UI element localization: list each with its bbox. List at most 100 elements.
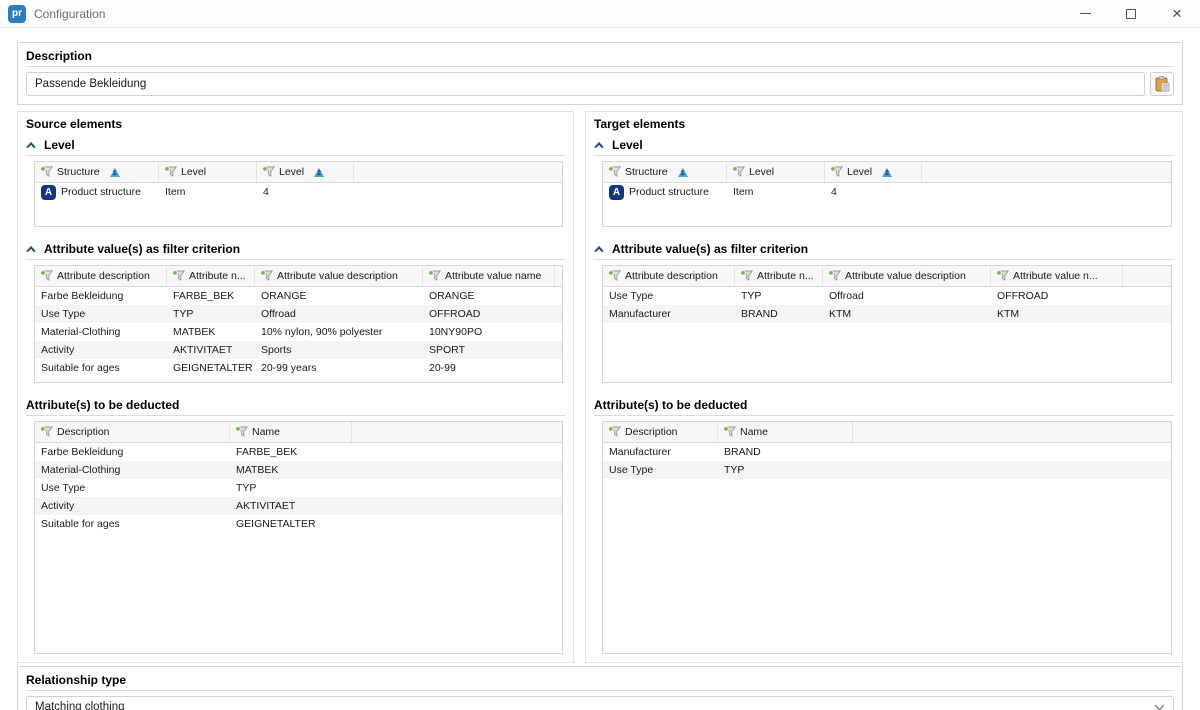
table-row[interactable]: ActivityAKTIVITAET xyxy=(35,497,562,515)
table-cell-empty xyxy=(1123,287,1171,305)
table-header-row: DescriptionName xyxy=(35,422,562,443)
table-cell: TYP xyxy=(735,287,823,305)
divider xyxy=(26,259,565,260)
letter-A-badge-icon: A xyxy=(609,185,624,200)
minimize-icon xyxy=(1080,13,1091,14)
table-cell: GEIGNETALTER xyxy=(167,359,255,377)
table-row[interactable]: AProduct structureItem4 xyxy=(35,183,562,201)
relationship-type-select[interactable]: Matching clothing xyxy=(26,696,1174,710)
table-row[interactable]: Farbe BekleidungFARBE_BEKORANGEORANGE xyxy=(35,287,562,305)
column-header-level[interactable]: Level xyxy=(159,162,257,182)
level-table: Structure1LevelLevel2AProduct structureI… xyxy=(34,161,563,227)
column-header-level[interactable]: Level2 xyxy=(257,162,354,182)
column-header-attribute-value-n[interactable]: Attribute value n... xyxy=(991,266,1123,286)
close-button[interactable]: ✕ xyxy=(1154,0,1200,27)
table-row[interactable]: Suitable for agesGEIGNETALTER20-99 years… xyxy=(35,359,562,377)
column-header-level[interactable]: Level xyxy=(727,162,825,182)
table-cell: 10NY90PO xyxy=(423,323,555,341)
chevron-up-icon xyxy=(26,142,36,149)
configuration-window: pr Configuration ✕ Description xyxy=(0,0,1200,710)
column-header-empty xyxy=(555,266,563,286)
table-row[interactable]: Suitable for agesGEIGNETALTER xyxy=(35,515,562,533)
table-cell: ORANGE xyxy=(255,287,423,305)
table-cell: FARBE_BEK xyxy=(167,287,255,305)
filter-icon xyxy=(830,166,843,178)
column-header-attribute-value-description[interactable]: Attribute value description xyxy=(255,266,423,286)
table-cell: 4 xyxy=(257,183,354,201)
column-header-attribute-n[interactable]: Attribute n... xyxy=(735,266,823,286)
filter-icon xyxy=(732,166,745,178)
table-cell-empty xyxy=(555,359,563,377)
column-header-description[interactable]: Description xyxy=(35,422,230,442)
divider xyxy=(26,415,565,416)
section-header-level[interactable]: Level xyxy=(26,137,565,155)
relationship-type-value: Matching clothing xyxy=(35,701,125,710)
column-header-attribute-description[interactable]: Attribute description xyxy=(603,266,735,286)
table-cell-empty xyxy=(555,323,563,341)
table-cell-empty xyxy=(352,443,562,461)
divider xyxy=(26,66,1174,67)
table-row[interactable]: ActivityAKTIVITAETSportsSPORT xyxy=(35,341,562,359)
column-header-name[interactable]: Name xyxy=(718,422,853,442)
table-cell: Sports xyxy=(255,341,423,359)
column-header-attribute-n[interactable]: Attribute n... xyxy=(167,266,255,286)
section-header-filter-criterion[interactable]: Attribute value(s) as filter criterion xyxy=(594,241,1174,259)
column-header-structure[interactable]: Structure1 xyxy=(35,162,159,182)
filter-icon xyxy=(608,270,621,282)
column-header-structure[interactable]: Structure1 xyxy=(603,162,727,182)
table-cell: Suitable for ages xyxy=(35,359,167,377)
filter-icon xyxy=(40,166,53,178)
chevron-up-icon xyxy=(594,246,604,253)
table-cell: TYP xyxy=(167,305,255,323)
table-cell: ORANGE xyxy=(423,287,555,305)
table-cell: BRAND xyxy=(718,443,853,461)
table-row[interactable]: Material-ClothingMATBEK xyxy=(35,461,562,479)
filter-icon xyxy=(172,270,185,282)
paste-button[interactable] xyxy=(1150,72,1174,96)
table-row[interactable]: Use TypeTYP xyxy=(603,461,1171,479)
filter-icon xyxy=(428,270,441,282)
table-cell-empty xyxy=(1123,305,1171,323)
table-cell-empty xyxy=(352,515,562,533)
divider xyxy=(594,415,1174,416)
table-cell-empty xyxy=(354,183,562,201)
column-header-empty xyxy=(922,162,1171,182)
table-cell: AProduct structure xyxy=(35,183,159,201)
table-row[interactable]: Use TypeTYPOffroadOFFROAD xyxy=(603,287,1171,305)
table-row[interactable]: AProduct structureItem4 xyxy=(603,183,1171,201)
sort-ascending-triangle-icon: 1 xyxy=(678,168,688,177)
table-row[interactable]: ManufacturerBRAND xyxy=(603,443,1171,461)
table-row[interactable]: ManufacturerBRANDKTMKTM xyxy=(603,305,1171,323)
section-header-filter-criterion[interactable]: Attribute value(s) as filter criterion xyxy=(26,241,565,259)
column-header-name[interactable]: Name xyxy=(230,422,352,442)
table-cell: TYP xyxy=(230,479,352,497)
filter-icon xyxy=(723,426,736,438)
section-label: Level xyxy=(44,138,75,152)
column-header-attribute-description[interactable]: Attribute description xyxy=(35,266,167,286)
maximize-icon xyxy=(1126,9,1136,19)
section-filter-criterion: Attribute value(s) as filter criterion A… xyxy=(26,241,565,383)
filter-icon xyxy=(608,426,621,438)
level-table: Structure1LevelLevel2AProduct structureI… xyxy=(602,161,1172,227)
table-row[interactable]: Use TypeTYP xyxy=(35,479,562,497)
table-cell: TYP xyxy=(718,461,853,479)
table-row[interactable]: Use TypeTYPOffroadOFFROAD xyxy=(35,305,562,323)
column-header-level[interactable]: Level2 xyxy=(825,162,922,182)
description-input[interactable] xyxy=(26,72,1145,96)
section-label: Level xyxy=(612,138,643,152)
deducted-title: Attribute(s) to be deducted xyxy=(26,397,565,415)
pr-logo-icon: pr xyxy=(8,5,26,23)
table-cell: MATBEK xyxy=(167,323,255,341)
table-row[interactable]: Farbe BekleidungFARBE_BEK xyxy=(35,443,562,461)
table-cell: Material-Clothing xyxy=(35,323,167,341)
description-label: Description xyxy=(26,48,1174,66)
maximize-button[interactable] xyxy=(1108,0,1154,27)
column-header-attribute-value-name[interactable]: Attribute value name xyxy=(423,266,555,286)
chevron-up-icon xyxy=(26,246,36,253)
minimize-button[interactable] xyxy=(1062,0,1108,27)
table-row[interactable]: Material-ClothingMATBEK10% nylon, 90% po… xyxy=(35,323,562,341)
column-header-attribute-value-description[interactable]: Attribute value description xyxy=(823,266,991,286)
section-header-level[interactable]: Level xyxy=(594,137,1174,155)
column-header-description[interactable]: Description xyxy=(603,422,718,442)
divider xyxy=(594,259,1174,260)
